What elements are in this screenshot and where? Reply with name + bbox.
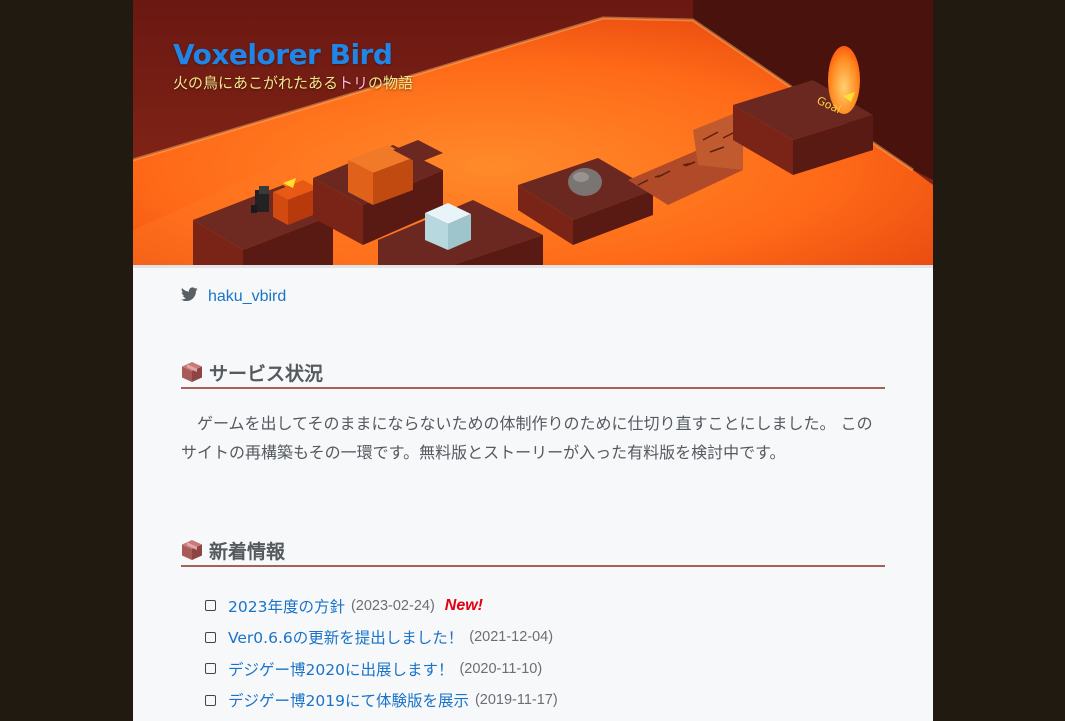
news-heading: 新着情報 <box>181 535 885 567</box>
checkbox-icon <box>205 663 216 675</box>
hero-banner: Goal Voxelorer Bird 火の鳥にあこがれたあるトリの物語 <box>133 0 933 265</box>
news-item-link[interactable]: デジゲー博2019にて体験版を展示 <box>228 689 469 711</box>
news-item-link[interactable]: デジゲー博2020に出展します！ <box>228 658 453 680</box>
site-subtitle: 火の鳥にあこがれたあるトリの物語 <box>173 72 413 93</box>
subtitle-highlight: トリ <box>338 74 369 92</box>
subtitle-part-2: の物語 <box>368 74 414 92</box>
news-item-date: (2020-11-10) <box>459 660 543 677</box>
hero-divider <box>133 265 933 268</box>
checkbox-icon <box>205 600 216 612</box>
news-item: デジゲー博2020に出展します！ (2020-11-10) <box>205 653 558 685</box>
news-item: デジゲー博2019にて体験版を展示 (2019-11-17) <box>205 685 558 717</box>
new-badge: New! <box>444 596 484 614</box>
checkbox-icon <box>205 631 216 643</box>
news-item: 2023年度の方針 (2023-02-24) New! <box>205 590 558 622</box>
subtitle-part-1: 火の鳥にあこがれたある <box>173 74 339 92</box>
page-content: Goal Voxelorer Bird 火の鳥にあこがれたあるトリの物語 hak… <box>133 0 933 721</box>
checkbox-icon <box>205 694 216 706</box>
twitter-link-row: haku_vbird <box>181 286 286 306</box>
news-list: 2023年度の方針 (2023-02-24) New! Ver0.6.6の更新を… <box>205 590 558 716</box>
cube-icon <box>182 362 202 382</box>
service-status-text: ゲームを出してそのままにならないための体制作りのために仕切り直すことにしました。… <box>181 414 873 462</box>
news-item: Ver0.6.6の更新を提出しました！ (2021-12-04) <box>205 622 558 654</box>
twitter-handle-link[interactable]: haku_vbird <box>208 288 286 306</box>
service-status-heading: サービス状況 <box>181 357 885 389</box>
twitter-bird-icon <box>181 286 198 301</box>
site-title: Voxelorer Bird <box>173 38 393 71</box>
news-item-date: (2021-12-04) <box>469 629 554 646</box>
news-item-date: (2019-11-17) <box>474 692 558 709</box>
news-title: 新着情報 <box>209 540 286 563</box>
service-status-title: サービス状況 <box>209 362 324 385</box>
news-item-date: (2023-02-24) <box>350 597 435 614</box>
cube-icon <box>182 540 202 560</box>
news-item-link[interactable]: Ver0.6.6の更新を提出しました！ <box>228 626 463 648</box>
news-item-link[interactable]: 2023年度の方針 <box>228 595 345 617</box>
